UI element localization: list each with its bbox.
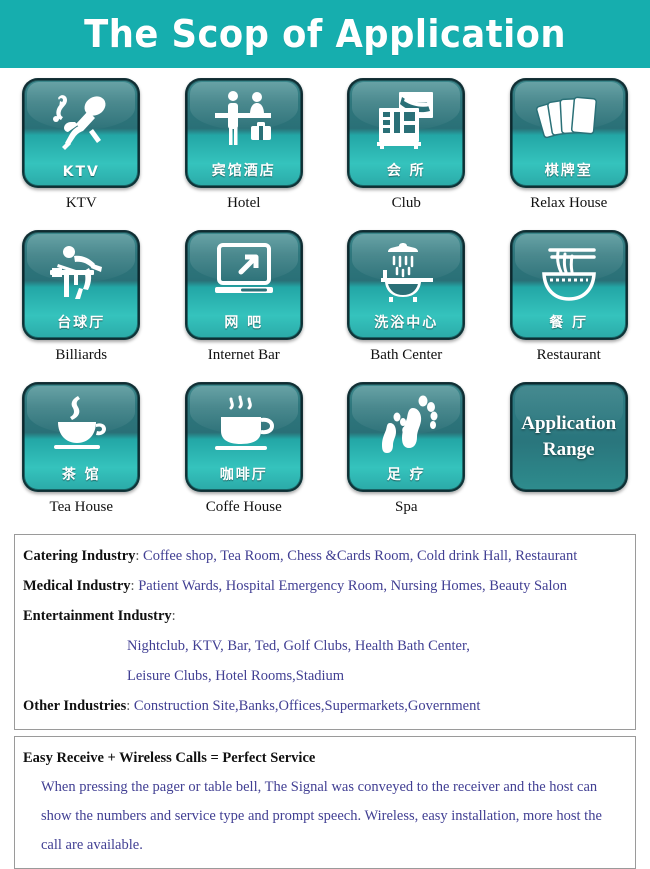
hotel-reception-icon (185, 84, 303, 158)
tile-caption: Restaurant (537, 347, 601, 364)
grid-cell-restaurant[interactable]: 餐 厅 Restaurant (488, 230, 650, 382)
grid-cell-bath-center[interactable]: 洗浴中心 Bath Center (325, 230, 488, 382)
tile-cn-label: 茶 馆 (22, 464, 140, 484)
tile-coffe-house[interactable]: 咖啡厅 (185, 382, 303, 492)
grid-cell-club[interactable]: 会 所 Club (325, 78, 488, 230)
tile-billiards[interactable]: 台球厅 (22, 230, 140, 340)
row-colon: : (126, 698, 130, 714)
footprints-icon (347, 388, 465, 462)
row-colon: : (172, 608, 176, 624)
row-value: Construction Site,Banks,Offices,Supermar… (134, 698, 480, 714)
table-row: Entertainment Industry: (15, 601, 635, 631)
tile-cn-label: 洗浴中心 (347, 312, 465, 332)
tile-caption: Hotel (227, 195, 260, 212)
tea-cup-icon (22, 388, 140, 462)
tile-cn-label: 宾馆酒店 (185, 160, 303, 180)
tile-cn-label: 棋牌室 (510, 160, 628, 180)
grid-cell-tea-house[interactable]: 茶 馆 Tea House (0, 382, 163, 534)
row-value: Nightclub, KTV, Bar, Ted, Golf Clubs, He… (127, 638, 470, 654)
tile-cn-label: 会 所 (347, 160, 465, 180)
coffee-cup-icon (185, 388, 303, 462)
grid-cell-hotel[interactable]: 宾馆酒店 Hotel (163, 78, 326, 230)
tile-caption: Bath Center (370, 347, 442, 364)
tile-caption: Tea House (49, 499, 113, 516)
table-row: Other Industries: Construction Site,Bank… (15, 691, 635, 721)
tile-ktv[interactable]: KTV (22, 78, 140, 188)
grid-cell-internet-bar[interactable]: 网 吧 Internet Bar (163, 230, 326, 382)
tile-caption: Internet Bar (208, 347, 280, 364)
tile-cn-label: 足 疗 (347, 464, 465, 484)
tile-cn-label: 台球厅 (22, 312, 140, 332)
computer-monitor-icon (185, 236, 303, 310)
grid-cell-application-range[interactable]: Application Range (488, 382, 650, 534)
tile-caption: Coffe House (206, 499, 282, 516)
application-range-line2: Range (521, 437, 616, 463)
tile-caption: KTV (66, 195, 97, 212)
table-row: Medical Industry: Patient Wards, Hospita… (15, 571, 635, 601)
row-colon: : (135, 548, 139, 564)
table-row: Nightclub, KTV, Bar, Ted, Golf Clubs, He… (15, 631, 635, 661)
service-description-table: Easy Receive + Wireless Calls = Perfect … (14, 736, 636, 869)
application-icon-grid: KTV KTV 宾馆酒店 Hotel (0, 68, 650, 534)
tile-tea-house[interactable]: 茶 馆 (22, 382, 140, 492)
billiards-player-icon (22, 236, 140, 310)
tile-caption: Billiards (55, 347, 107, 364)
tile-bath-center[interactable]: 洗浴中心 (347, 230, 465, 340)
shower-bathtub-icon (347, 236, 465, 310)
tile-restaurant[interactable]: 餐 厅 (510, 230, 628, 340)
application-range-line1: Application (521, 411, 616, 437)
table-row: Leisure Clubs, Hotel Rooms,Stadium (15, 661, 635, 691)
karaoke-microphone-icon (22, 84, 140, 158)
tile-relax-house[interactable]: 棋牌室 (510, 78, 628, 188)
industries-table: Catering Industry: Coffee shop, Tea Room… (14, 534, 636, 730)
row-colon: : (131, 578, 135, 594)
row-value: Leisure Clubs, Hotel Rooms,Stadium (127, 668, 344, 684)
tile-internet-bar[interactable]: 网 吧 (185, 230, 303, 340)
grid-cell-coffe-house[interactable]: 咖啡厅 Coffe House (163, 382, 326, 534)
tile-spa[interactable]: 足 疗 (347, 382, 465, 492)
page-title: The Scop of Application (84, 12, 566, 56)
grid-cell-relax-house[interactable]: 棋牌室 Relax House (488, 78, 650, 230)
tile-caption: Relax House (530, 195, 607, 212)
tile-cn-label: KTV (22, 164, 140, 180)
service-body-text: When pressing the pager or table bell, T… (15, 773, 635, 860)
tile-cn-label: 咖啡厅 (185, 464, 303, 484)
playing-cards-icon (510, 84, 628, 158)
row-label: Catering Industry (23, 548, 135, 564)
tile-cn-label: 餐 厅 (510, 312, 628, 332)
tile-cn-label: 网 吧 (185, 312, 303, 332)
grid-cell-spa[interactable]: 足 疗 Spa (325, 382, 488, 534)
tile-caption: Club (392, 195, 421, 212)
header-banner: The Scop of Application (0, 0, 650, 68)
table-row: Catering Industry: Coffee shop, Tea Room… (15, 541, 635, 571)
tile-caption: Spa (395, 499, 418, 516)
grid-cell-billiards[interactable]: 台球厅 Billiards (0, 230, 163, 382)
row-label: Medical Industry (23, 578, 131, 594)
noodle-bowl-icon (510, 236, 628, 310)
tile-club[interactable]: 会 所 (347, 78, 465, 188)
application-range-label: Application Range (521, 411, 616, 463)
grid-cell-ktv[interactable]: KTV KTV (0, 78, 163, 230)
service-headline: Easy Receive + Wireless Calls = Perfect … (15, 743, 635, 773)
row-label: Other Industries (23, 698, 126, 714)
tile-hotel[interactable]: 宾馆酒店 (185, 78, 303, 188)
club-building-icon (347, 84, 465, 158)
tile-application-range[interactable]: Application Range (510, 382, 628, 492)
row-value: Coffee shop, Tea Room, Chess &Cards Room… (143, 548, 577, 564)
row-value: Patient Wards, Hospital Emergency Room, … (138, 578, 567, 594)
row-label: Entertainment Industry (23, 608, 172, 624)
